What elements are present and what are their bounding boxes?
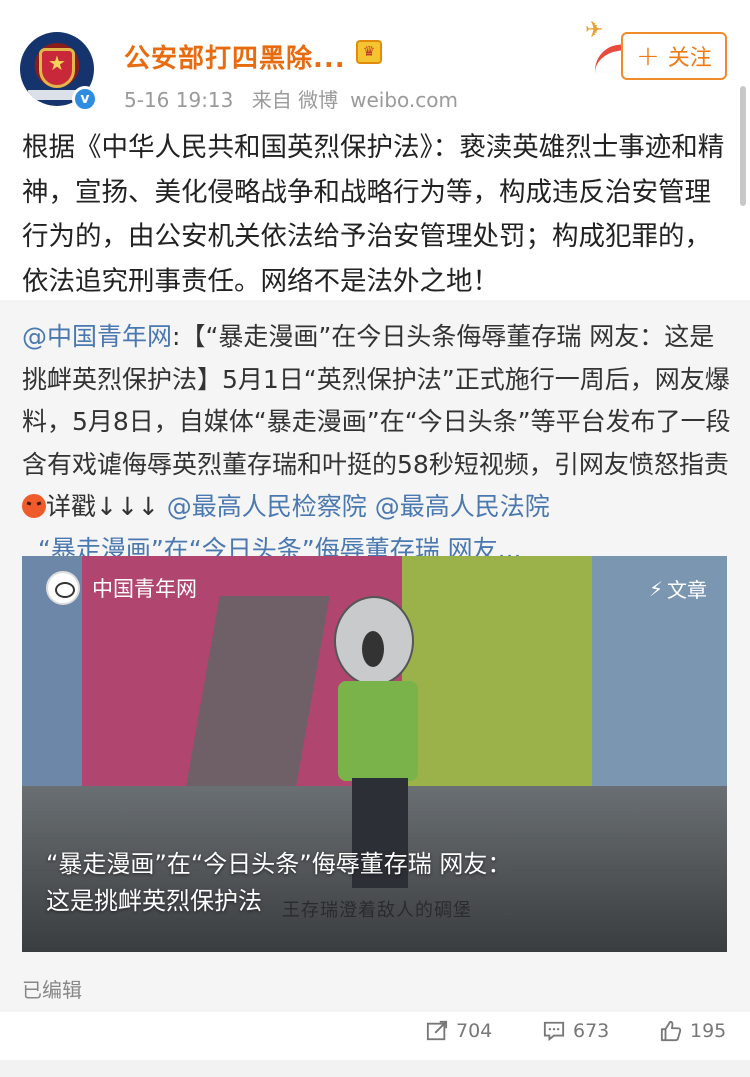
scrollbar[interactable] (740, 86, 746, 206)
lightning-icon: ⚡ (648, 576, 663, 601)
article-caption: “暴走漫画”在“今日头条”侮辱董存瑞 网友： 这是挑衅英烈保护法 (46, 846, 706, 920)
article-card[interactable]: 中国青年网 ⚡ 文章 王存瑞澄着敌人的碉堡 “暴走漫画”在“今日头条”侮辱董存瑞… (22, 556, 727, 952)
account-name[interactable]: 公安部打四黑除... (124, 38, 346, 75)
action-bar: 704 673 195 (0, 1012, 750, 1058)
plus-icon: + (636, 39, 660, 72)
like-button[interactable]: 195 (660, 1020, 726, 1042)
retweet-block[interactable]: @中国青年网:【“暴走漫画”在今日头条侮辱董存瑞 网友：这是挑衅英烈保护法】5月… (0, 300, 750, 1012)
comment-count: 673 (573, 1020, 610, 1042)
retweet-author-link[interactable]: @中国青年网 (22, 322, 172, 351)
article-source-name: 中国青年网 (92, 577, 197, 601)
post-timestamp: 5-16 19:13 (124, 88, 234, 112)
vip-crown-icon[interactable]: ♛ (356, 40, 382, 64)
angry-emoji-icon (22, 494, 46, 518)
follow-label: 关注 (667, 46, 712, 71)
post-source-site[interactable]: weibo.com (350, 88, 458, 112)
detail-text: 详戳↓↓↓ (46, 492, 159, 521)
follow-button[interactable]: + 关注 (621, 32, 727, 80)
source-logo-icon (46, 571, 80, 605)
star-icon: ★ (48, 51, 66, 75)
repost-button[interactable]: 704 (426, 1020, 492, 1042)
article-source: 中国青年网 (46, 570, 197, 606)
thumbs-up-icon (660, 1020, 682, 1042)
mention-procuratorate[interactable]: @最高人民检察院 (167, 492, 367, 521)
figure-body (338, 681, 418, 781)
repost-icon (426, 1020, 448, 1041)
bg-panel-green (402, 556, 602, 796)
post-meta: 5-16 19:13 来自 微博 weibo.com (124, 84, 470, 113)
article-tag: ⚡ 文章 (649, 574, 707, 603)
comment-button[interactable]: 673 (543, 1020, 609, 1042)
weibo-post-card: ★ v 公安部打四黑除... ♛ 5-16 19:13 来自 微博 weibo.c… (0, 0, 750, 1077)
mention-court[interactable]: @最高人民法院 (375, 492, 550, 521)
figure-mouth (362, 631, 384, 667)
crane-icon: ✈ (585, 18, 604, 43)
article-tag-label: 文章 (667, 578, 707, 602)
article-caption-line1: “暴走漫画”在“今日头条”侮辱董存瑞 网友： (46, 850, 512, 878)
verified-badge-icon: v (72, 86, 98, 112)
comment-icon (543, 1021, 565, 1042)
article-caption-line2: 这是挑衅英烈保护法 (46, 887, 262, 915)
post-text: 根据《中华人民共和国英烈保护法》：亵渎英雄烈士事迹和精神，宣扬、美化侵略战争和战… (22, 132, 725, 297)
post-source-prefix: 来自 微博 (251, 88, 339, 112)
like-count: 195 (690, 1020, 727, 1042)
post-header: ★ v 公安部打四黑除... ♛ 5-16 19:13 来自 微博 weibo.c… (0, 0, 750, 120)
retweet-text: @中国青年网:【“暴走漫画”在今日头条侮辱董存瑞 网友：这是挑衅英烈保护法】5月… (22, 316, 734, 571)
edited-label: 已编辑 (22, 978, 82, 1002)
bottom-separator (0, 1060, 750, 1077)
repost-count: 704 (456, 1020, 493, 1042)
